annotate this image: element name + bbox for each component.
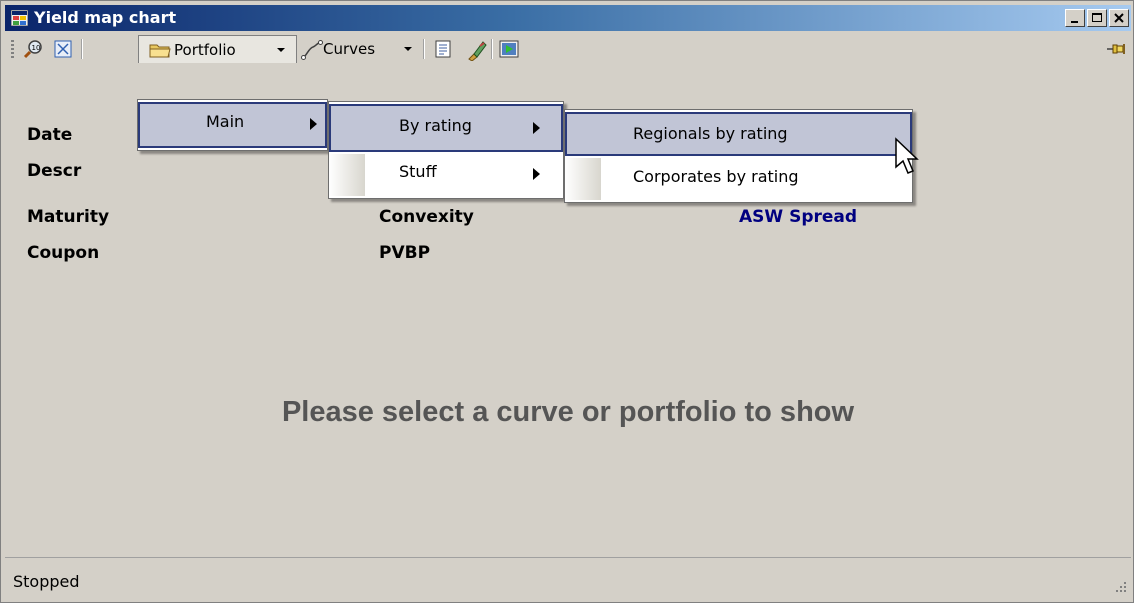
pvbp-label: PVBP [379, 243, 431, 263]
menu-item-corporates-by-rating[interactable]: Corporates by rating [565, 158, 912, 200]
maximize-button[interactable] [1087, 9, 1107, 27]
zoom-icon[interactable]: 10 [23, 39, 43, 59]
by-rating-submenu: Regionals by rating Corporates by rating [564, 109, 913, 203]
asw-spread-label: ASW Spread [739, 207, 858, 227]
toolbar-separator [81, 39, 83, 59]
status-text: Stopped [13, 572, 80, 591]
curves-label[interactable]: Curves [323, 40, 375, 58]
close-icon [1114, 13, 1124, 23]
menu-item-regionals-label: Regionals by rating [633, 124, 788, 143]
empty-chart-message: Please select a curve or portfolio to sh… [281, 396, 855, 428]
brush-icon[interactable] [465, 39, 487, 62]
toolbar: 10 Portfolio Curves [5, 35, 1131, 63]
menu-gutter [329, 154, 365, 196]
menu-item-main-label: Main [206, 112, 245, 131]
report-icon[interactable] [433, 39, 453, 59]
menu-item-by-rating-label: By rating [399, 116, 472, 135]
minimize-button[interactable] [1065, 9, 1085, 27]
menu-gutter [565, 158, 601, 200]
yield-map-window: Yield map chart 10 Portfolio Curves Date… [0, 0, 1134, 603]
window-title: Yield map chart [34, 8, 177, 27]
mouse-cursor-icon [894, 137, 920, 181]
portfolio-dropdown-button[interactable]: Portfolio [138, 35, 297, 63]
submenu-arrow-icon [310, 118, 317, 130]
menu-item-by-rating[interactable]: By rating [329, 104, 563, 152]
svg-text:10: 10 [32, 44, 41, 52]
main-submenu: By rating Stuff [328, 101, 564, 199]
submenu-arrow-icon [533, 122, 540, 134]
curves-dropdown-chevron-icon[interactable] [404, 47, 412, 51]
menu-item-main[interactable]: Main [138, 102, 327, 148]
toolbar-grip[interactable] [11, 40, 14, 58]
menu-item-stuff[interactable]: Stuff [329, 154, 563, 196]
close-button[interactable] [1109, 9, 1129, 27]
menu-item-corporates-label: Corporates by rating [633, 167, 799, 186]
menu-item-regionals-by-rating[interactable]: Regionals by rating [565, 112, 912, 156]
maximize-icon [1092, 13, 1102, 22]
pin-icon[interactable] [1105, 39, 1125, 59]
toolbar-separator [491, 39, 493, 59]
chevron-down-icon [277, 48, 285, 52]
status-bar: Stopped [5, 557, 1131, 601]
toolbar-separator [423, 39, 425, 59]
submenu-arrow-icon [533, 168, 540, 180]
portfolio-menu: Main [137, 99, 328, 151]
curve-icon [301, 39, 323, 60]
convexity-label: Convexity [379, 207, 474, 227]
portfolio-label: Portfolio [174, 41, 236, 59]
descr-label: Descr [27, 161, 82, 181]
folder-icon [149, 40, 171, 60]
menu-item-stuff-label: Stuff [399, 162, 437, 181]
play-icon[interactable] [499, 39, 519, 59]
title-bar[interactable]: Yield map chart [5, 5, 1131, 31]
fit-icon[interactable] [53, 39, 73, 59]
app-icon [10, 9, 29, 27]
maturity-label: Maturity [27, 207, 110, 227]
date-label: Date [27, 125, 73, 145]
minimize-icon [1071, 21, 1078, 23]
resize-grip-icon[interactable] [1113, 578, 1127, 597]
coupon-label: Coupon [27, 243, 100, 263]
